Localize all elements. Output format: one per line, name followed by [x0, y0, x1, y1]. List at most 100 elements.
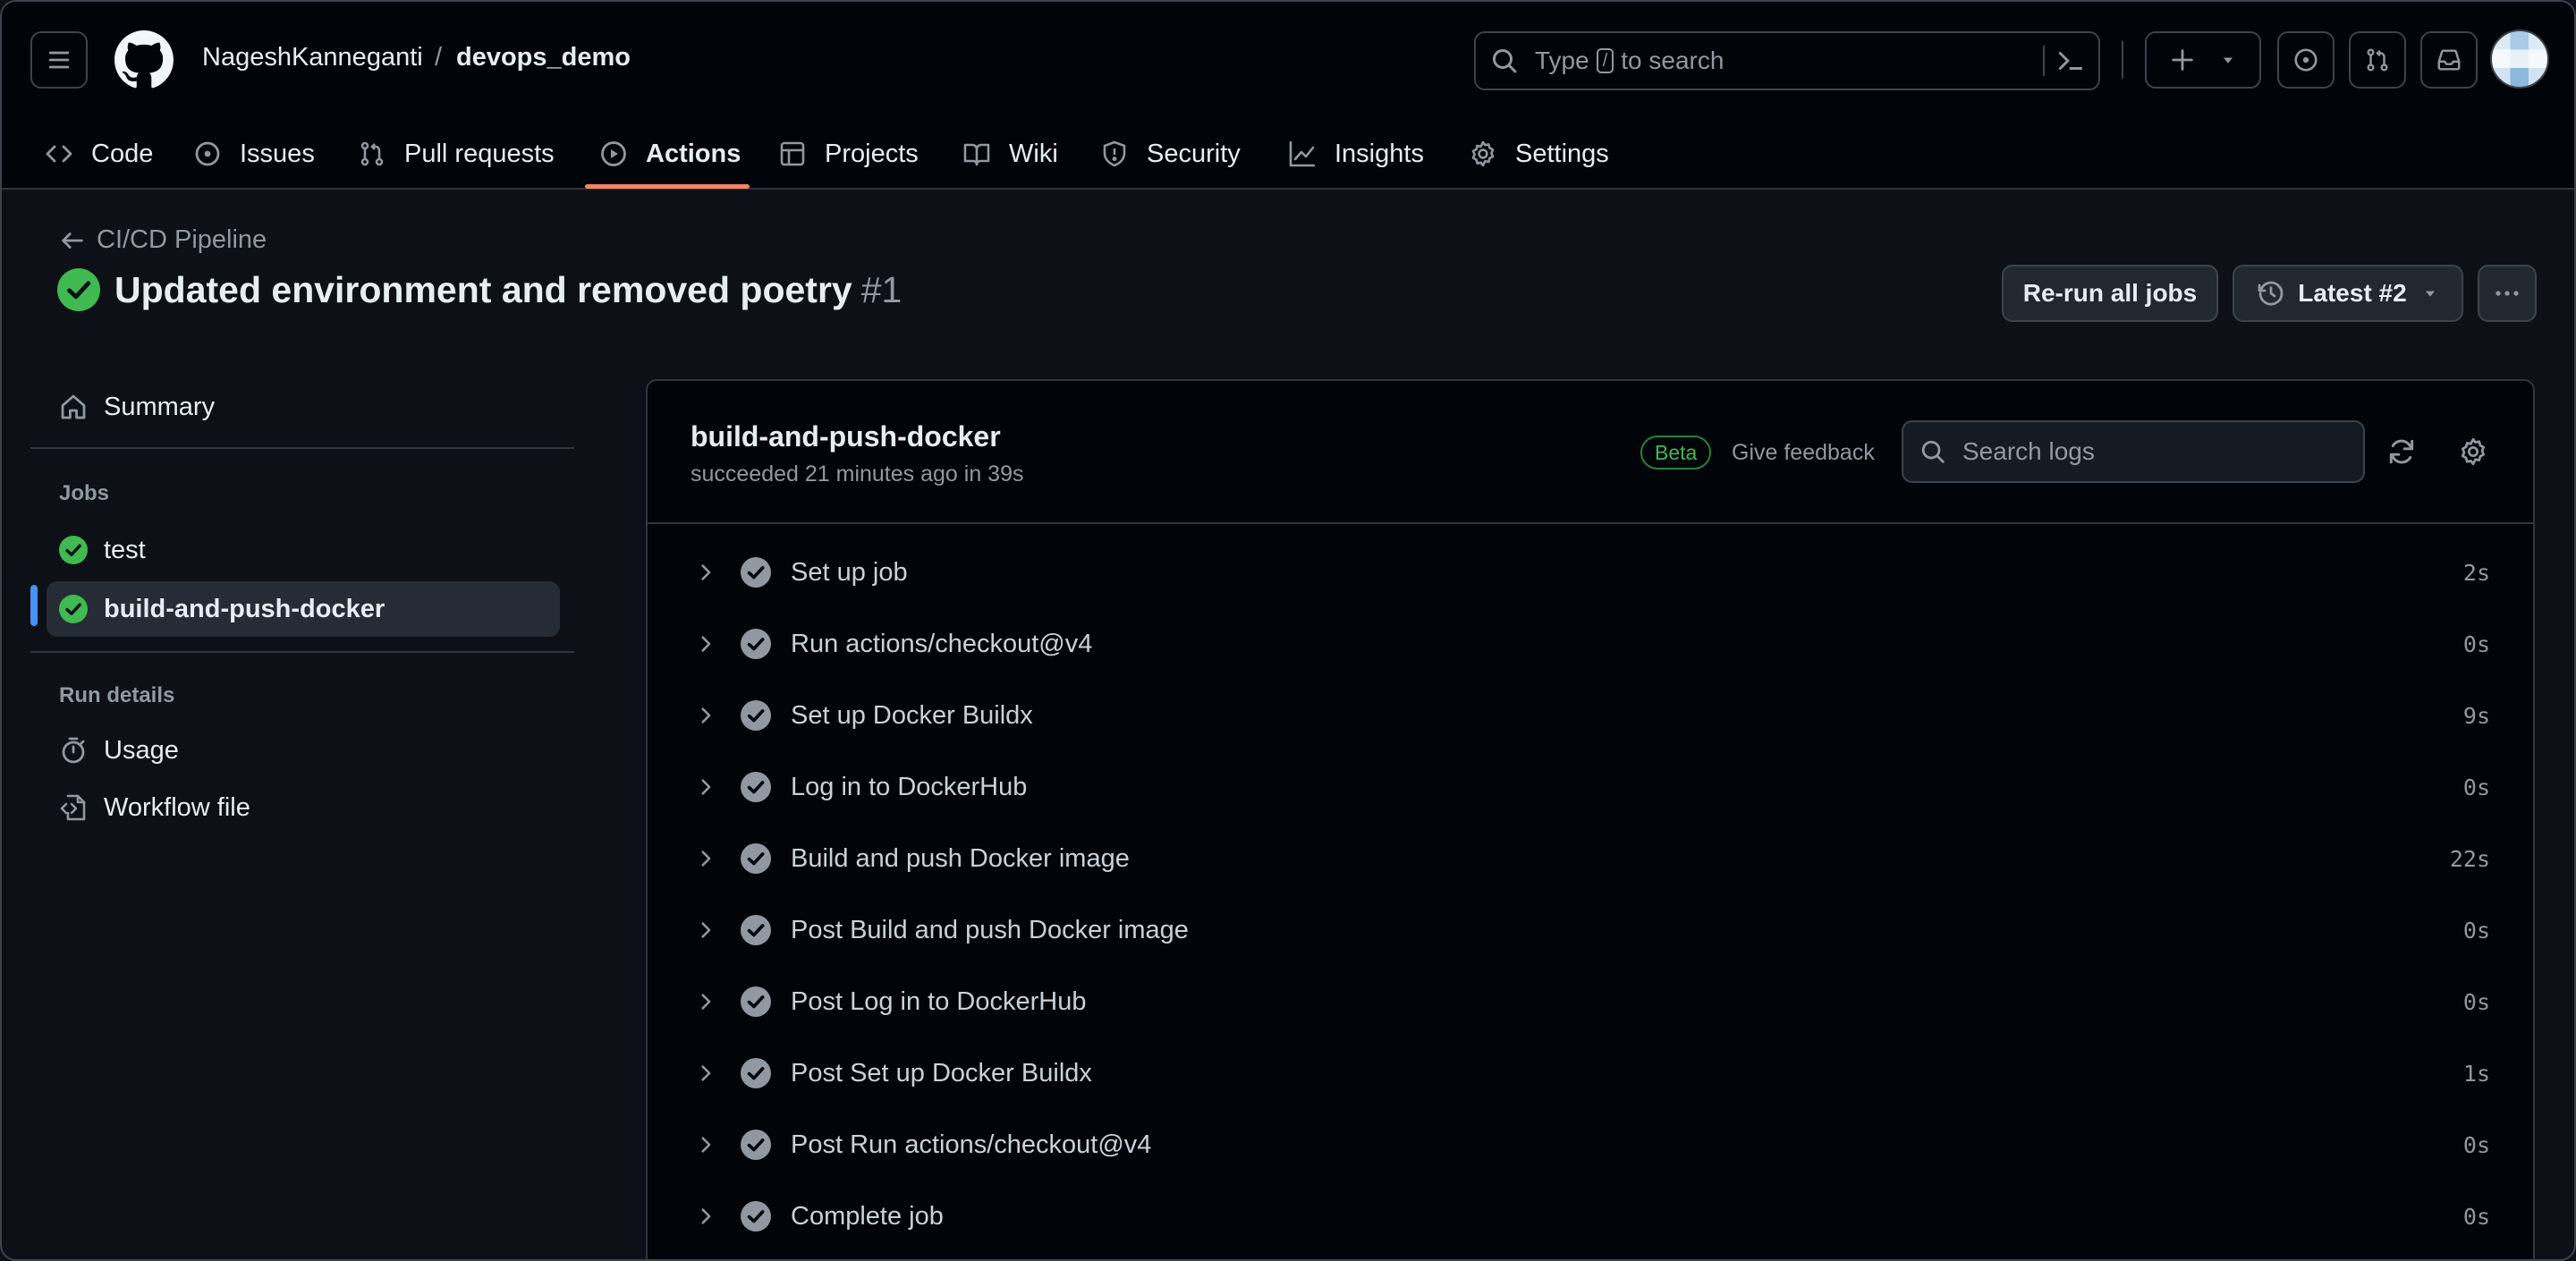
tab-settings[interactable]: Settings	[1469, 118, 1609, 190]
book-icon	[963, 143, 990, 166]
global-search-input[interactable]: Type / to search	[1474, 31, 2100, 90]
menu-button[interactable]	[30, 31, 88, 89]
sidebar-item-job-build-and-push-docker[interactable]: build-and-push-docker	[47, 581, 560, 637]
check-circle-fill-icon	[741, 1201, 771, 1231]
command-palette-icon[interactable]	[2055, 46, 2086, 76]
step-name: Run actions/checkout@v4	[791, 629, 1093, 658]
table-icon	[780, 141, 805, 166]
repo-owner-link[interactable]: NageshKanneganti	[202, 43, 423, 72]
check-circle-fill-icon	[741, 772, 771, 802]
inbox-button[interactable]	[2420, 31, 2478, 89]
step-duration: 0s	[2462, 1131, 2490, 1158]
tab-security[interactable]: Security	[1100, 118, 1241, 190]
log-step-row[interactable]: Log in to DockerHub 0s	[648, 751, 2533, 823]
sidebar-divider	[30, 447, 574, 449]
issue-opened-icon	[2294, 48, 2318, 72]
tab-wiki[interactable]: Wiki	[962, 118, 1058, 190]
pull-requests-button[interactable]	[2349, 31, 2406, 89]
workflow-back-link[interactable]: CI/CD Pipeline	[59, 225, 267, 255]
stopwatch-icon	[62, 737, 85, 764]
tab-pull-requests[interactable]: Pull requests	[358, 118, 555, 190]
log-step-row[interactable]: Complete job 0s	[648, 1181, 2533, 1252]
log-step-row[interactable]: Build and push Docker image 22s	[648, 823, 2533, 894]
tab-code[interactable]: Code	[45, 118, 153, 190]
search-logs-input[interactable]: Search logs	[1902, 420, 2365, 483]
issue-icon	[195, 141, 220, 166]
more-options-button[interactable]	[2478, 265, 2537, 322]
run-details-heading: Run details	[59, 683, 175, 707]
sidebar-item-usage[interactable]: Usage	[47, 723, 560, 778]
step-duration: 0s	[2462, 774, 2490, 800]
gear-icon[interactable]	[2458, 436, 2488, 467]
log-step-row[interactable]: Run actions/checkout@v4 0s	[648, 608, 2533, 680]
step-duration: 9s	[2462, 702, 2490, 729]
github-logo-icon[interactable]	[114, 30, 174, 89]
selected-item-indicator	[30, 585, 38, 626]
chevron-right-icon	[701, 1208, 711, 1224]
sidebar-item-job-test[interactable]: test	[47, 522, 560, 578]
log-step-row[interactable]: Set up job 2s	[648, 537, 2533, 608]
log-step-row[interactable]: Post Build and push Docker image 0s	[648, 894, 2533, 966]
job-name: build-and-push-docker	[691, 420, 1001, 453]
tab-insights[interactable]: Insights	[1288, 118, 1424, 190]
tab-label: Settings	[1515, 139, 1609, 168]
chevron-right-icon	[701, 851, 711, 867]
search-logs-placeholder: Search logs	[1962, 437, 2095, 465]
tab-label: Wiki	[1009, 139, 1058, 168]
global-header: NageshKanneganti / devops_demo Type / to…	[2, 2, 2574, 190]
sidebar-divider	[30, 651, 574, 653]
chevron-right-icon	[701, 564, 711, 580]
tab-projects[interactable]: Projects	[778, 118, 919, 190]
tab-label: Pull requests	[404, 139, 555, 168]
log-step-row[interactable]: Post Set up Docker Buildx 1s	[648, 1037, 2533, 1109]
job-status-text: succeeded 21 minutes ago in 39s	[691, 461, 1024, 487]
chevron-right-icon	[701, 922, 711, 938]
rerun-all-jobs-button[interactable]: Re-run all jobs	[2002, 265, 2218, 322]
pull-request-icon	[2367, 48, 2388, 72]
rerun-label: Re-run all jobs	[2022, 279, 2198, 307]
step-name: Build and push Docker image	[791, 843, 1130, 873]
breadcrumb-separator: /	[435, 43, 443, 72]
log-step-row[interactable]: Set up Docker Buildx 9s	[648, 680, 2533, 751]
sidebar-item-label: build-and-push-docker	[104, 594, 386, 623]
attempt-label: Latest #2	[2298, 279, 2407, 307]
check-circle-fill-icon	[741, 557, 771, 588]
sidebar-item-summary[interactable]: Summary	[47, 379, 560, 435]
step-duration: 0s	[2462, 1203, 2490, 1230]
step-duration: 2s	[2462, 559, 2490, 586]
tab-issues[interactable]: Issues	[193, 118, 315, 190]
tab-label: Code	[91, 139, 154, 168]
repo-name-link[interactable]: devops_demo	[456, 43, 631, 72]
search-icon	[1493, 49, 1517, 73]
chevron-right-icon	[701, 707, 711, 724]
check-circle-fill-icon	[59, 536, 88, 564]
tab-actions[interactable]: Actions	[599, 118, 741, 190]
step-duration: 0s	[2462, 917, 2490, 944]
create-new-button[interactable]	[2145, 31, 2261, 89]
jobs-heading: Jobs	[59, 481, 110, 505]
issues-button[interactable]	[2277, 31, 2334, 89]
log-step-row[interactable]: Post Log in to DockerHub 0s	[648, 966, 2533, 1037]
refresh-icon[interactable]	[2386, 436, 2417, 467]
tab-label: Projects	[825, 139, 919, 168]
code-icon	[46, 145, 72, 163]
attempt-select-button[interactable]: Latest #2	[2233, 265, 2463, 322]
step-name: Post Set up Docker Buildx	[791, 1058, 1092, 1088]
kebab-horizontal-icon	[2496, 291, 2519, 296]
job-header: build-and-push-docker succeeded 21 minut…	[648, 381, 2533, 524]
step-name: Log in to DockerHub	[791, 772, 1028, 801]
search-divider	[2043, 46, 2045, 76]
sidebar-item-workflow-file[interactable]: Workflow file	[47, 780, 560, 835]
check-circle-fill-icon	[741, 843, 771, 874]
give-feedback-link[interactable]: Give feedback	[1732, 440, 1875, 466]
workflow-name: CI/CD Pipeline	[97, 225, 267, 254]
step-name: Post Run actions/checkout@v4	[791, 1130, 1152, 1159]
history-icon	[2258, 281, 2284, 306]
plus-icon	[2172, 49, 2194, 71]
tab-label: Actions	[646, 139, 741, 168]
step-name: Complete job	[791, 1201, 944, 1231]
log-step-row[interactable]: Post Run actions/checkout@v4 0s	[648, 1109, 2533, 1181]
file-code-icon	[60, 794, 86, 821]
user-avatar[interactable]	[2490, 30, 2549, 89]
active-tab-indicator	[585, 184, 750, 189]
